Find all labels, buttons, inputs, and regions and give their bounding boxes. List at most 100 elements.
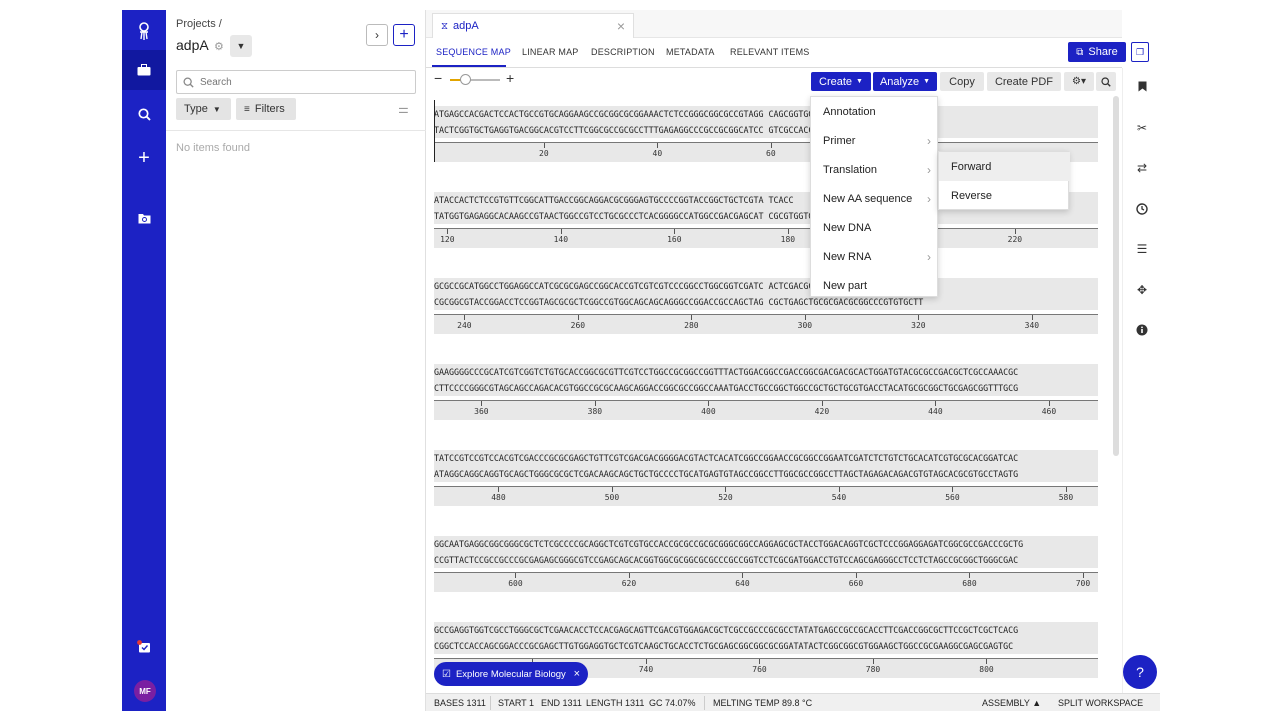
sequence-block[interactable]: GGCAATGAGGCGGCGGGCGCTCTCGCCCCGCAGGCTCGTC… [434, 530, 1098, 594]
zoom-in-icon[interactable]: + [506, 70, 514, 86]
ruler-tick [787, 229, 789, 234]
breadcrumb[interactable]: Projects / [176, 18, 222, 30]
menu-item-label: Annotation [823, 105, 876, 118]
logo-icon[interactable] [122, 12, 166, 52]
menu-item-new-dna[interactable]: New DNA [811, 213, 939, 242]
ruler-tick-label: 460 [1041, 407, 1057, 416]
tab-sequence-map[interactable]: SEQUENCE MAP [436, 47, 511, 57]
type-filter-dropdown[interactable]: Type ▼ [176, 98, 231, 120]
document-tab[interactable]: ⧖ adpA × [432, 13, 634, 38]
sequence-top-strand[interactable]: GAAGGGGCCCGCATCGTCGGTCTGTGCACCGGCGCGTTCG… [434, 364, 1098, 380]
copy-button[interactable]: Copy [940, 72, 984, 91]
ruler-tick-label: 340 [1024, 321, 1040, 330]
crosshair-icon[interactable]: ✥ [1123, 280, 1160, 300]
sequence-bottom-strand[interactable]: TACTCGGTGCTGAGGTGACGGCACGTCCTTCGGCGCCGCG… [434, 122, 1098, 138]
menu-item-label: New AA sequence [823, 192, 913, 205]
tab-description[interactable]: DESCRIPTION [591, 47, 655, 57]
duplicate-icon[interactable]: ❐ [1131, 42, 1149, 62]
tasks-icon[interactable] [122, 626, 166, 666]
menu-item-label: New DNA [823, 221, 872, 234]
sequence-bottom-strand[interactable]: CGGCTCCACCAGCGGACCCGCGAGCTTGTGGAGGTGCTCG… [434, 638, 1098, 654]
sequence-top-strand[interactable]: GCGCCGCATGGCCTGGAGGCCATCGCGCGAGCCGGCACCG… [434, 278, 1098, 294]
ruler-tick [674, 229, 676, 234]
ruler-tick-label: 160 [667, 235, 682, 244]
bookmark-icon[interactable] [1123, 76, 1160, 96]
menu-item-new-part[interactable]: New part [811, 271, 939, 300]
compare-icon[interactable]: ⇄ [1123, 158, 1160, 178]
text-lines-icon[interactable]: ☰ [1123, 239, 1160, 259]
menu-item-new-rna[interactable]: New RNA › [811, 242, 939, 271]
menu-item-new-aa-sequence[interactable]: New AA sequence › [811, 184, 939, 213]
plus-icon[interactable]: + [122, 138, 166, 178]
tab-relevant-items[interactable]: RELEVANT ITEMS [730, 47, 810, 57]
info-icon[interactable] [1123, 320, 1160, 340]
analyze-button[interactable]: Analyze ▼ [873, 72, 937, 91]
collapse-panel-button[interactable]: › [366, 24, 388, 46]
ruler-tick [628, 573, 630, 578]
ruler-tick-label: 480 [491, 493, 506, 502]
zoom-out-icon[interactable]: − [434, 70, 442, 86]
ruler-tick [498, 487, 500, 492]
ruler-tick-label: 620 [621, 579, 637, 588]
tab-linear-map[interactable]: LINEAR MAP [522, 47, 579, 57]
briefcase-icon[interactable] [122, 50, 166, 90]
zoom-slider-handle[interactable] [460, 74, 471, 85]
close-icon[interactable]: × [617, 18, 625, 34]
sequence-top-strand[interactable]: GCCGAGGTGGTCGCCTGGGCGCTCGAACACCTCCACGAGC… [434, 622, 1098, 638]
document-tab-title: adpA [453, 20, 479, 32]
avatar[interactable]: MF [134, 680, 156, 702]
sequence-bottom-strand[interactable]: CGCGGCGTACCGGACCTCCGGTAGCGCGCTCGGCCGTGGC… [434, 294, 1098, 310]
sequence-top-strand[interactable]: ATGAGCCACGACTCCACTGCCGTGCAGGAAGCCGCGGCGC… [434, 106, 1098, 122]
sequence-bottom-strand[interactable]: TATGGTGAGAGGCACAAGCCGTAACTGGCCGTCCTGCGCC… [434, 208, 1098, 224]
chevron-right-icon: › [927, 133, 931, 148]
split-workspace-button[interactable]: SPLIT WORKSPACE [1058, 698, 1143, 708]
scrollbar[interactable] [1113, 96, 1119, 456]
ruler-tick-label: 520 [718, 493, 733, 502]
history-icon[interactable] [1123, 199, 1160, 219]
gear-icon[interactable]: ⚙ [214, 40, 224, 53]
sliders-icon[interactable]: ⚌ [398, 102, 409, 116]
caret-down-icon: ▼ [923, 78, 931, 85]
divider [704, 696, 705, 710]
tab-metadata[interactable]: METADATA [666, 47, 715, 57]
menu-item-translation[interactable]: Translation › [811, 155, 939, 184]
ruler-tick-label: 540 [831, 493, 847, 502]
active-tab-indicator [432, 65, 506, 67]
scissors-icon[interactable]: ✂ [1123, 118, 1160, 138]
explore-banner[interactable]: ☑ Explore Molecular Biology × [434, 662, 588, 686]
create-pdf-button[interactable]: Create PDF [987, 72, 1061, 91]
share-button[interactable]: ⧉ Share [1068, 42, 1126, 62]
filters-button[interactable]: ≡ Filters [236, 98, 296, 120]
assembly-button[interactable]: ASSEMBLY ▲ [982, 698, 1041, 708]
settings-gear-icon[interactable]: ⚙▾ [1064, 72, 1094, 91]
search-input[interactable] [200, 76, 400, 88]
sequence-block[interactable]: GCGCCGCATGGCCTGGAGGCCATCGCGCGAGCCGGCACCG… [434, 272, 1098, 336]
menu-item-annotation[interactable]: Annotation [811, 97, 939, 126]
ruler-tick-label: 660 [848, 579, 864, 588]
search-icon[interactable] [122, 94, 166, 134]
sequence-top-strand[interactable]: TATCCGTCCGTCCACGTCGACCCGCGCGAGCTGTTCGTCG… [434, 450, 1098, 466]
close-icon[interactable]: × [574, 668, 580, 680]
sequence-bottom-strand[interactable]: CTTCCCCGGGCGTAGCAGCCAGACACGTGGCCGCGCAAGC… [434, 380, 1098, 396]
sequence-block[interactable]: GAAGGGGCCCGCATCGTCGGTCTGTGCACCGGCGCGTTCG… [434, 358, 1098, 422]
sequence-block[interactable]: TATCCGTCCGTCCACGTCGACCCGCGCGAGCTGTTCGTCG… [434, 444, 1098, 508]
folder-sync-icon[interactable] [122, 198, 166, 238]
ruler-tick-label: 320 [911, 321, 926, 330]
create-button[interactable]: Create ▼ [811, 72, 871, 91]
sequence-ruler: 600 620 640 660 680 700 [434, 572, 1098, 592]
find-icon[interactable] [1096, 72, 1116, 91]
sequence-top-strand[interactable]: GGCAATGAGGCGGCGGGCGCTCTCGCCCCGCAGGCTCGTC… [434, 536, 1098, 552]
ruler-tick-label: 560 [945, 493, 960, 502]
project-menu-caret-icon[interactable]: ▼ [230, 35, 252, 57]
menu-item-primer[interactable]: Primer › [811, 126, 939, 155]
submenu-item-forward[interactable]: Forward [939, 152, 1070, 181]
document-tab-bar: ⧖ adpA × [426, 10, 1122, 38]
ruler-tick-label: 380 [587, 407, 603, 416]
sequence-bottom-strand[interactable]: ATAGGCAGGCAGGTGCAGCTGGGCGCGCTCGACAAGCAGC… [434, 466, 1098, 482]
search-box[interactable] [176, 70, 416, 94]
ruler-tick-label: 240 [457, 321, 472, 330]
submenu-item-reverse[interactable]: Reverse [939, 181, 1070, 210]
sequence-bottom-strand[interactable]: CCGTTACTCCGCCGCCCGCGAGAGCGGGCGTCCGAGCAGC… [434, 552, 1098, 568]
add-item-button[interactable]: + [393, 24, 415, 46]
help-button[interactable]: ? [1123, 655, 1157, 689]
